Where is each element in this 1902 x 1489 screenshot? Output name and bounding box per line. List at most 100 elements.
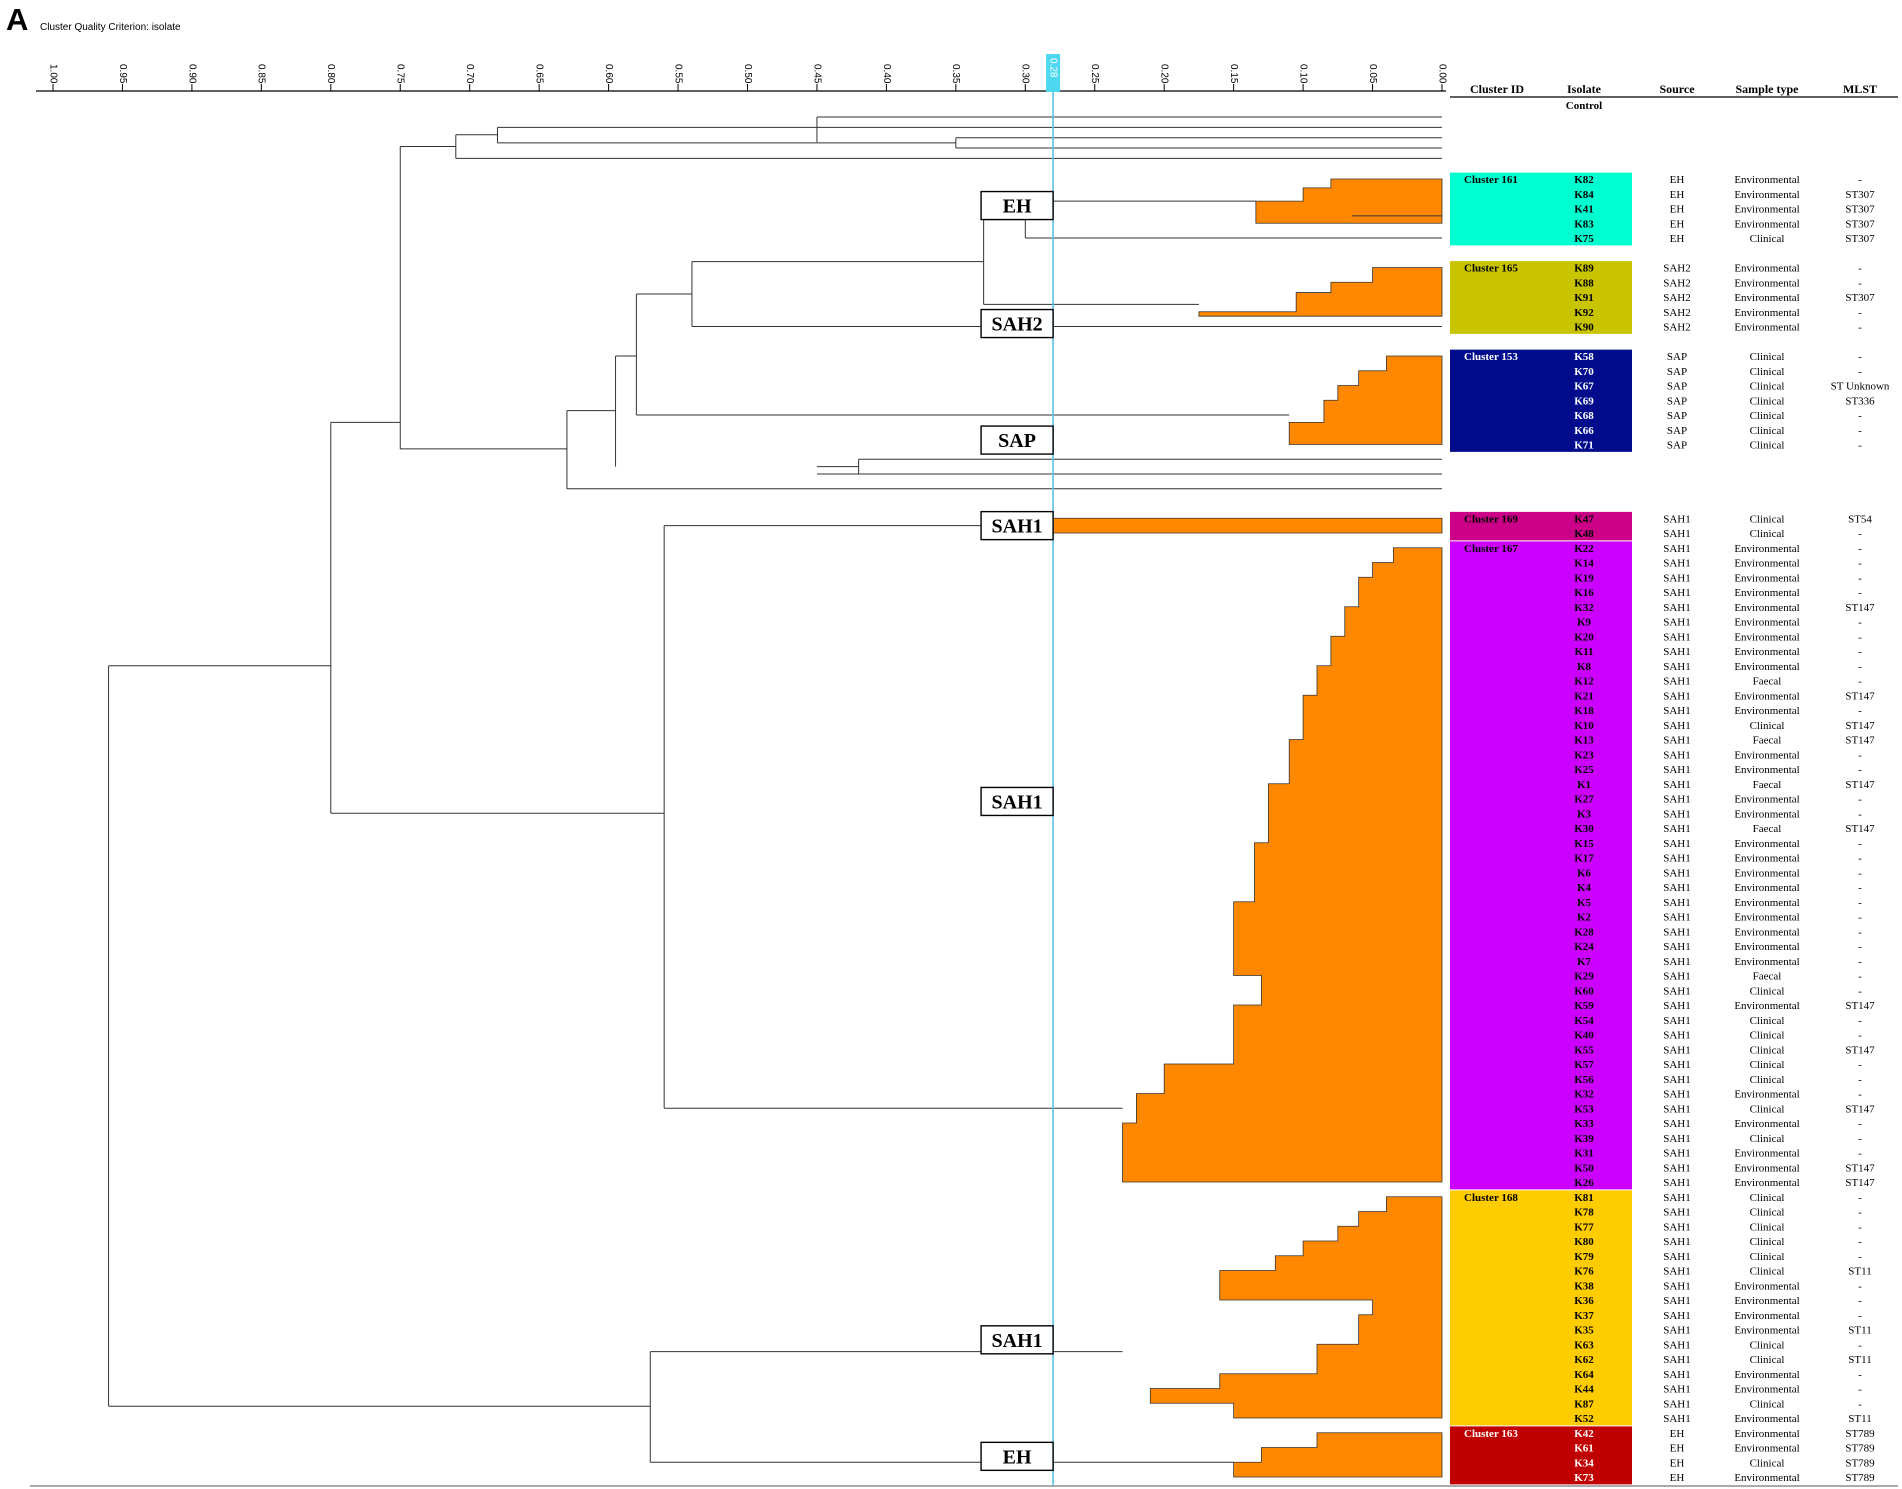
isolate-cell: K58 xyxy=(1574,351,1594,363)
source-cell: SAH1 xyxy=(1663,1044,1691,1056)
sample-type-cell: Environmental xyxy=(1734,941,1799,953)
source-cell: SAH1 xyxy=(1663,764,1691,776)
group-label: SAH2 xyxy=(992,314,1043,336)
mlst-cell: - xyxy=(1858,543,1862,555)
cluster-id: Cluster 163 xyxy=(1464,1428,1518,1440)
source-cell: SAP xyxy=(1667,381,1687,393)
isolate-cell: K59 xyxy=(1574,1000,1594,1012)
axis-tick-label: 0.55 xyxy=(672,64,683,84)
isolate-cell: K71 xyxy=(1574,440,1594,452)
mlst-cell: - xyxy=(1858,631,1862,643)
axis-tick-label: 0.00 xyxy=(1436,64,1447,84)
mlst-cell: ST307 xyxy=(1845,218,1875,230)
isolate-cell: K21 xyxy=(1574,690,1594,702)
mlst-cell: - xyxy=(1858,867,1862,879)
source-cell: SAP xyxy=(1667,440,1687,452)
source-cell: SAH1 xyxy=(1663,1030,1691,1042)
group-label: SAH1 xyxy=(992,516,1043,538)
mlst-cell: - xyxy=(1858,410,1862,422)
source-cell: SAH2 xyxy=(1663,292,1691,304)
mlst-cell: - xyxy=(1858,1118,1862,1130)
sample-type-cell: Environmental xyxy=(1734,587,1799,599)
source-cell: SAP xyxy=(1667,351,1687,363)
mlst-cell: ST147 xyxy=(1845,823,1875,835)
isolate-cell: K92 xyxy=(1574,307,1594,319)
mlst-cell: ST147 xyxy=(1845,735,1875,747)
source-cell: SAH1 xyxy=(1663,690,1691,702)
source-cell: SAH1 xyxy=(1663,1266,1691,1278)
source-cell: SAH1 xyxy=(1663,1015,1691,1027)
mlst-cell: ST147 xyxy=(1845,1103,1875,1115)
source-cell: SAH1 xyxy=(1663,1074,1691,1086)
isolate-cell: K70 xyxy=(1574,366,1594,378)
source-cell: SAH1 xyxy=(1663,867,1691,879)
source-cell: EH xyxy=(1670,1443,1685,1455)
sample-type-cell: Clinical xyxy=(1750,1103,1785,1115)
source-cell: SAP xyxy=(1667,366,1687,378)
source-cell: SAH1 xyxy=(1663,1280,1691,1292)
mlst-cell: - xyxy=(1858,1133,1862,1145)
isolate-cell: K36 xyxy=(1574,1295,1594,1307)
source-cell: SAH1 xyxy=(1663,1325,1691,1337)
sample-type-cell: Environmental xyxy=(1734,1177,1799,1189)
isolate-cell: K24 xyxy=(1574,941,1594,953)
isolate-cell: K38 xyxy=(1574,1280,1594,1292)
isolate-cell: K75 xyxy=(1574,233,1594,245)
mlst-cell: ST11 xyxy=(1848,1266,1871,1278)
cluster-band xyxy=(1450,1190,1632,1426)
axis-tick-label: 0.70 xyxy=(464,64,475,84)
mlst-cell: - xyxy=(1858,277,1862,289)
isolate-cell: K32 xyxy=(1574,1089,1594,1101)
dendrogram-figure: Cluster ID Isolate Source Sample type MLST Co… xyxy=(30,54,1898,1487)
mlst-cell: - xyxy=(1858,985,1862,997)
isolate-cell: K57 xyxy=(1574,1059,1594,1071)
sample-type-cell: Clinical xyxy=(1750,1207,1785,1219)
sample-type-cell: Clinical xyxy=(1750,395,1785,407)
header-mlst: MLST xyxy=(1843,82,1877,96)
cluster-fill-163 xyxy=(1233,1432,1443,1478)
mlst-cell: - xyxy=(1858,1059,1862,1071)
source-cell: EH xyxy=(1670,1428,1685,1440)
group-label: SAP xyxy=(998,430,1036,452)
header-source: Source xyxy=(1659,82,1695,96)
mlst-cell: - xyxy=(1858,1192,1862,1204)
isolate-cell: K6 xyxy=(1577,867,1592,879)
sample-type-cell: Environmental xyxy=(1734,1413,1799,1425)
mlst-cell: - xyxy=(1858,912,1862,924)
mlst-cell: - xyxy=(1858,1339,1862,1351)
source-cell: EH xyxy=(1670,218,1685,230)
sample-type-cell: Environmental xyxy=(1734,1310,1799,1322)
mlst-cell: - xyxy=(1858,1074,1862,1086)
isolate-cell: K84 xyxy=(1574,189,1594,201)
source-cell: SAH1 xyxy=(1663,528,1691,540)
sample-type-cell: Environmental xyxy=(1734,1384,1799,1396)
mlst-cell: ST147 xyxy=(1845,1162,1875,1174)
isolate-cell: K14 xyxy=(1574,558,1594,570)
cluster-id: Cluster 167 xyxy=(1464,543,1518,555)
mlst-cell: - xyxy=(1858,882,1862,894)
sample-type-cell: Clinical xyxy=(1750,1266,1785,1278)
source-cell: EH xyxy=(1670,1472,1685,1484)
sample-type-cell: Environmental xyxy=(1734,646,1799,658)
source-cell: SAP xyxy=(1667,410,1687,422)
source-cell: SAH1 xyxy=(1663,1339,1691,1351)
axis-tick-label: 0.40 xyxy=(881,64,892,84)
sample-type-cell: Faecal xyxy=(1753,735,1782,747)
mlst-cell: - xyxy=(1858,853,1862,865)
source-cell: SAH1 xyxy=(1663,1059,1691,1071)
isolate-cell: K11 xyxy=(1575,646,1594,658)
isolate-cell: K22 xyxy=(1574,543,1594,555)
mlst-cell: - xyxy=(1858,1251,1862,1263)
source-cell: SAH1 xyxy=(1663,1384,1691,1396)
mlst-cell: ST147 xyxy=(1845,690,1875,702)
isolate-cell: K55 xyxy=(1574,1044,1594,1056)
isolate-cell: K16 xyxy=(1574,587,1594,599)
mlst-cell: - xyxy=(1858,1280,1862,1292)
mlst-cell: ST11 xyxy=(1848,1354,1871,1366)
sample-type-cell: Environmental xyxy=(1734,218,1799,230)
mlst-cell: - xyxy=(1858,174,1862,186)
source-cell: SAH1 xyxy=(1663,1162,1691,1174)
mlst-cell: - xyxy=(1858,764,1862,776)
sample-type-cell: Clinical xyxy=(1750,1030,1785,1042)
sample-type-cell: Environmental xyxy=(1734,631,1799,643)
